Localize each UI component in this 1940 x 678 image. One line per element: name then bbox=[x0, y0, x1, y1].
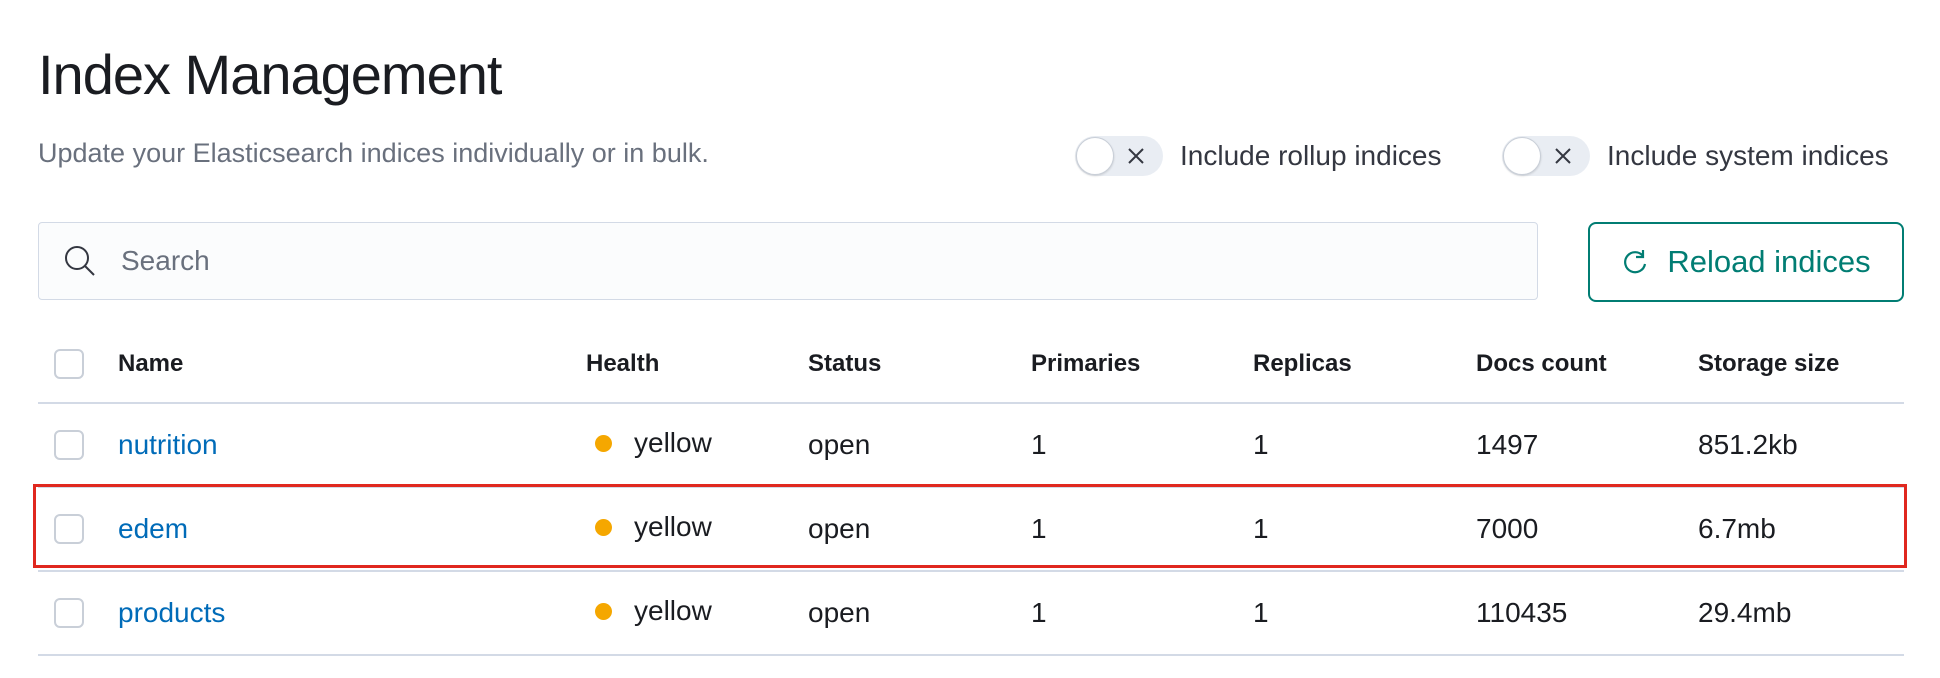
docs-count-value: 1497 bbox=[1476, 429, 1539, 460]
column-header-name[interactable]: Name bbox=[118, 326, 183, 402]
table-row: products yellow open 1 1 110435 29.4mb bbox=[38, 572, 1904, 656]
status-value: open bbox=[808, 513, 871, 544]
include-rollup-switch[interactable] bbox=[1075, 136, 1163, 176]
column-header-status[interactable]: Status bbox=[808, 326, 881, 402]
status-value: open bbox=[808, 597, 871, 628]
index-name-link[interactable]: nutrition bbox=[118, 429, 218, 461]
row-checkbox[interactable] bbox=[54, 514, 84, 544]
page-subtitle: Update your Elasticsearch indices indivi… bbox=[38, 138, 709, 168]
index-name-link[interactable]: edem bbox=[118, 513, 188, 545]
reload-indices-button[interactable]: Reload indices bbox=[1588, 222, 1904, 302]
switch-knob bbox=[1076, 137, 1114, 175]
docs-count-value: 110435 bbox=[1476, 597, 1568, 628]
select-all-checkbox[interactable] bbox=[54, 349, 84, 379]
switch-knob bbox=[1503, 137, 1541, 175]
replicas-value: 1 bbox=[1253, 597, 1269, 628]
indices-table: Name Health Status Primaries Replicas Do… bbox=[38, 326, 1904, 656]
index-name-link[interactable]: products bbox=[118, 597, 225, 629]
primaries-value: 1 bbox=[1031, 513, 1047, 544]
health-status-dot bbox=[595, 602, 612, 620]
column-header-replicas[interactable]: Replicas bbox=[1253, 326, 1352, 402]
rollup-toggle-group: Include rollup indices bbox=[1075, 134, 1442, 178]
column-header-docs-count[interactable]: Docs count bbox=[1476, 326, 1607, 402]
column-header-health[interactable]: Health bbox=[586, 326, 659, 402]
health-value: yellow bbox=[634, 427, 712, 458]
table-header-row: Name Health Status Primaries Replicas Do… bbox=[38, 326, 1904, 404]
storage-size-value: 851.2kb bbox=[1698, 429, 1798, 460]
search-input[interactable] bbox=[119, 244, 1423, 278]
replicas-value: 1 bbox=[1253, 429, 1269, 460]
health-value: yellow bbox=[634, 595, 712, 626]
system-toggle-group: Include system indices bbox=[1502, 134, 1889, 178]
refresh-icon bbox=[1624, 250, 1647, 274]
column-header-primaries[interactable]: Primaries bbox=[1031, 326, 1140, 402]
storage-size-value: 29.4mb bbox=[1698, 597, 1792, 628]
include-system-label: Include system indices bbox=[1607, 140, 1889, 171]
row-checkbox[interactable] bbox=[54, 430, 84, 460]
table-row: edem yellow open 1 1 7000 6.7mb bbox=[38, 488, 1904, 572]
primaries-value: 1 bbox=[1031, 597, 1047, 628]
replicas-value: 1 bbox=[1253, 513, 1269, 544]
close-icon bbox=[1128, 148, 1144, 164]
page-title: Index Management bbox=[38, 43, 502, 106]
column-header-storage-size[interactable]: Storage size bbox=[1698, 326, 1839, 402]
reload-indices-label: Reload indices bbox=[1667, 244, 1871, 279]
health-value: yellow bbox=[634, 511, 712, 542]
include-rollup-label: Include rollup indices bbox=[1180, 140, 1442, 171]
search-icon bbox=[65, 246, 95, 276]
storage-size-value: 6.7mb bbox=[1698, 513, 1776, 544]
primaries-value: 1 bbox=[1031, 429, 1047, 460]
table-row: nutrition yellow open 1 1 1497 851.2kb bbox=[38, 404, 1904, 488]
include-system-switch[interactable] bbox=[1502, 136, 1590, 176]
health-status-dot bbox=[595, 434, 612, 452]
health-status-dot bbox=[595, 518, 612, 536]
search-field[interactable] bbox=[38, 222, 1538, 300]
close-icon bbox=[1555, 148, 1571, 164]
row-checkbox[interactable] bbox=[54, 598, 84, 628]
status-value: open bbox=[808, 429, 871, 460]
docs-count-value: 7000 bbox=[1476, 513, 1539, 544]
